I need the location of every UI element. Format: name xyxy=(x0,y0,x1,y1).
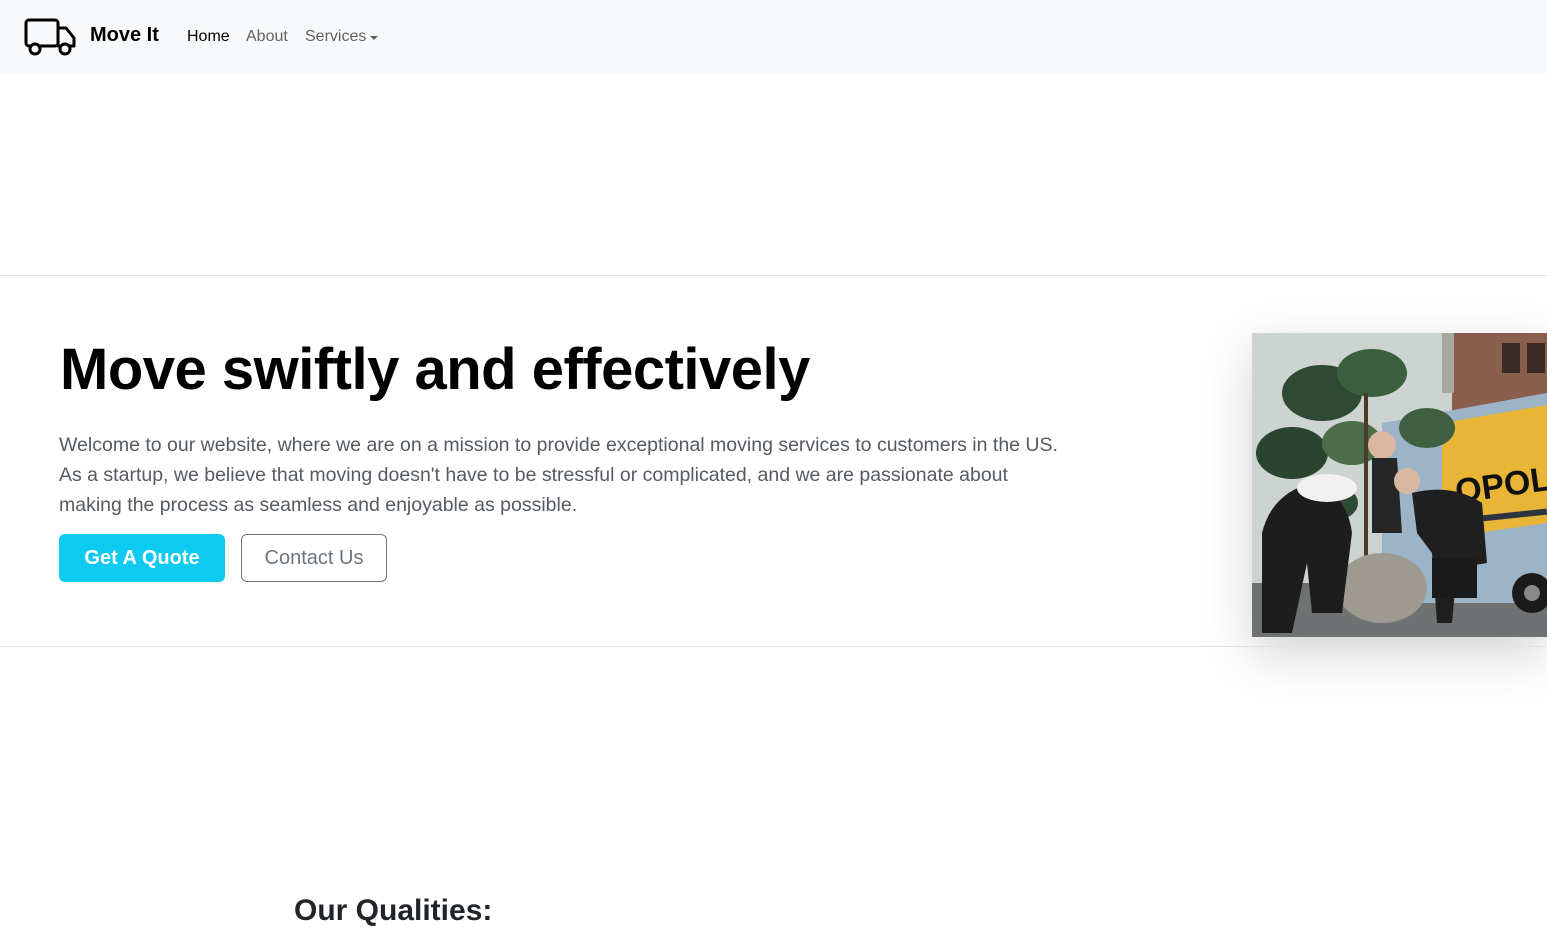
section-divider-bottom xyxy=(0,646,1547,647)
contact-us-button[interactable]: Contact Us xyxy=(241,534,387,582)
hero-image-movers: OPOLIS xyxy=(1252,333,1547,637)
nav-services-dropdown[interactable]: Services xyxy=(305,28,366,46)
brand-name[interactable]: Move It xyxy=(90,24,159,47)
truck-icon[interactable] xyxy=(24,16,76,58)
navbar: Move It Home About Services xyxy=(0,0,1547,74)
get-quote-button[interactable]: Get A Quote xyxy=(59,534,225,582)
hero-description: Welcome to our website, where we are on … xyxy=(59,434,1058,516)
caret-down-icon[interactable] xyxy=(370,36,378,40)
qualities-title: Our Qualities: xyxy=(294,894,493,927)
nav-home-link[interactable]: Home xyxy=(187,28,230,46)
hero-title: Move swiftly and effectively xyxy=(60,337,810,402)
section-divider-top xyxy=(0,275,1547,276)
nav-about-link[interactable]: About xyxy=(246,28,288,46)
